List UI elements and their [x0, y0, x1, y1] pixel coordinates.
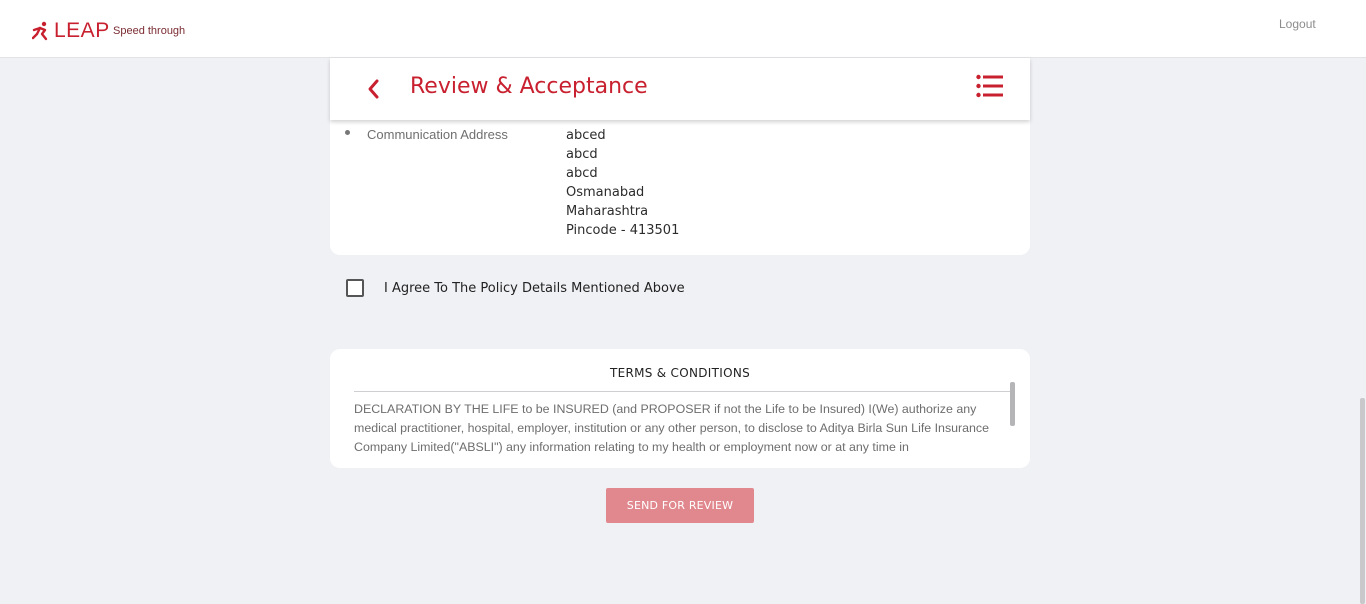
- address-line: Maharashtra: [566, 204, 649, 219]
- terms-title: TERMS & CONDITIONS: [609, 366, 751, 380]
- page-title: Review & Acceptance: [410, 74, 648, 99]
- page-scrollbar-thumb[interactable]: [1360, 398, 1365, 604]
- list-bullet: [345, 130, 350, 135]
- terms-card: TERMS & CONDITIONS DECLARATION BY THE LI…: [330, 349, 1030, 468]
- logout-link[interactable]: Logout: [1279, 17, 1316, 31]
- brand-tagline: Speed through: [113, 25, 186, 37]
- send-for-review-button[interactable]: SEND FOR REVIEW: [606, 488, 754, 523]
- brand-logo[interactable]: LEAP: [32, 19, 110, 43]
- top-navigation-bar: LEAP Speed through Logout: [0, 0, 1366, 58]
- address-line: abced: [566, 128, 606, 143]
- address-line: Osmanabad: [566, 185, 645, 200]
- list-menu-icon[interactable]: [976, 74, 1004, 98]
- terms-scrollbar[interactable]: [1010, 382, 1015, 426]
- agree-checkbox[interactable]: [346, 279, 364, 297]
- running-man-icon: [32, 21, 48, 41]
- address-line: abcd: [566, 147, 598, 162]
- communication-address-value: abced abcd abcd Osmanabad Maharashtra Pi…: [566, 126, 679, 240]
- address-line: Pincode - 413501: [566, 223, 680, 238]
- communication-address-label: Communication Address: [367, 127, 508, 142]
- brand-name: LEAP: [54, 19, 110, 42]
- page-header: Review & Acceptance: [330, 58, 1030, 120]
- terms-body: DECLARATION BY THE LIFE to be INSURED (a…: [354, 402, 990, 454]
- chevron-left-icon[interactable]: [366, 78, 380, 100]
- address-line: abcd: [566, 166, 598, 181]
- terms-divider: [354, 391, 1010, 392]
- agree-checkbox-label[interactable]: I Agree To The Policy Details Mentioned …: [384, 281, 685, 296]
